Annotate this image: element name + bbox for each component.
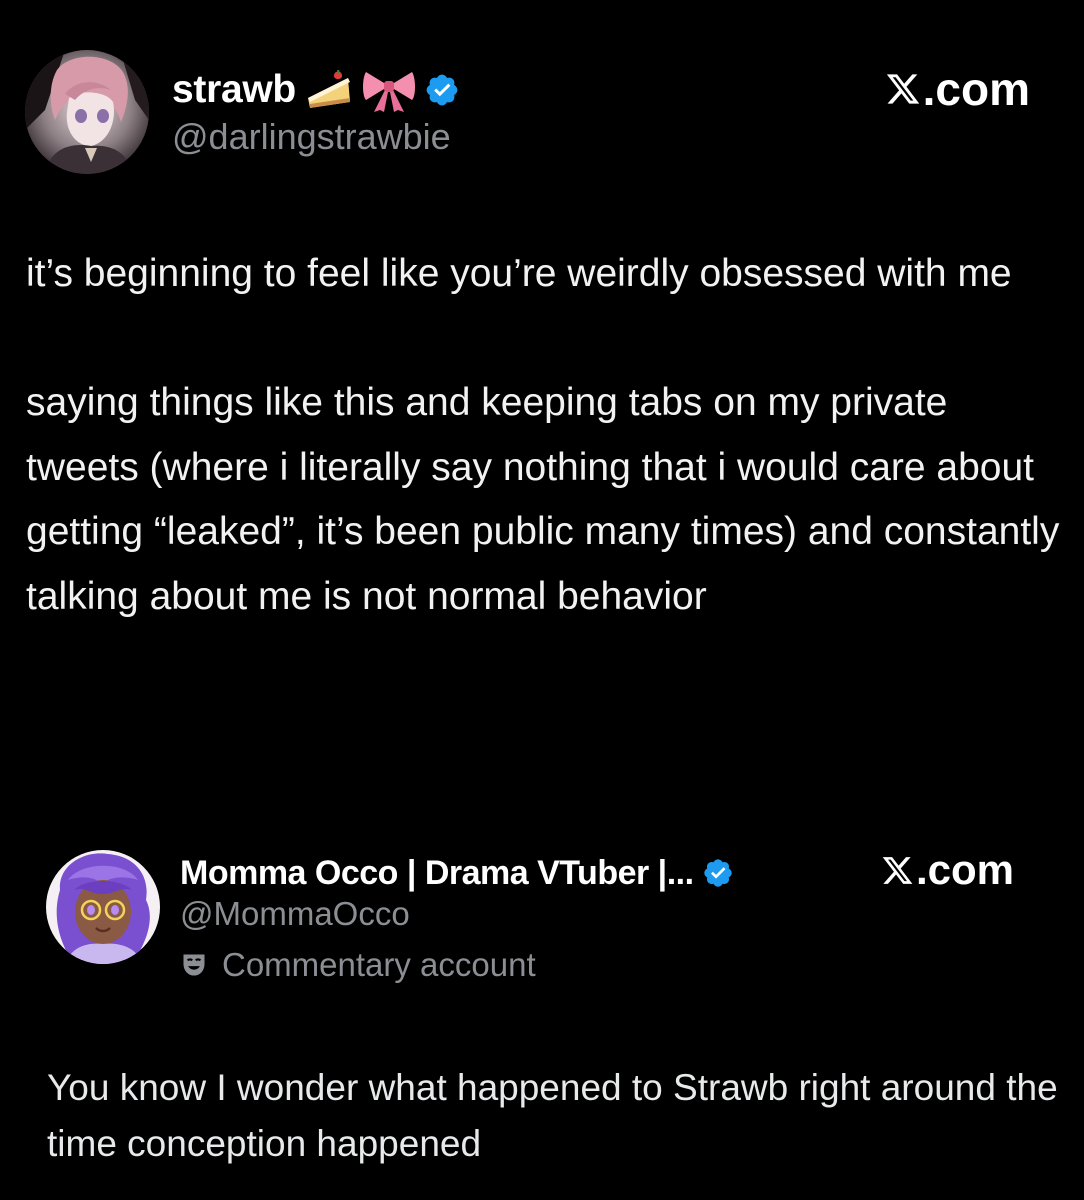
post-body-text: You know I wonder what happened to Straw… <box>47 1067 1058 1164</box>
username-handle[interactable]: @MommaOcco <box>180 895 410 933</box>
cake-emoji-icon <box>304 68 354 112</box>
affiliation-label[interactable]: Commentary account <box>180 946 536 984</box>
post-card: strawb @darlingstrawbie .com it’s beginn… <box>0 0 1084 800</box>
x-logo-icon <box>881 854 914 887</box>
avatar[interactable] <box>46 850 160 964</box>
avatar-image <box>46 850 160 964</box>
post-card: Momma Occo | Drama VTuber |... @MommaOcc… <box>0 840 1084 1200</box>
ribbon-emoji-icon <box>362 68 416 112</box>
avatar[interactable] <box>25 50 149 174</box>
brand-domain: .com <box>915 846 1014 893</box>
verified-badge-icon[interactable] <box>702 857 734 889</box>
display-name[interactable]: strawb <box>172 68 296 112</box>
display-name[interactable]: Momma Occo | Drama VTuber |... <box>180 854 694 893</box>
x-logo-icon <box>885 71 921 107</box>
affiliation-text: Commentary account <box>222 946 536 983</box>
verified-badge-icon[interactable] <box>424 72 460 108</box>
theater-mask-icon <box>180 951 208 979</box>
brand-domain: .com <box>922 63 1030 115</box>
author-name-row: Momma Occo | Drama VTuber |... <box>180 847 734 899</box>
post-body-text: it’s beginning to feel like you’re weird… <box>26 252 1060 618</box>
x-brand-link[interactable]: .com <box>885 62 1030 116</box>
username-handle[interactable]: @darlingstrawbie <box>172 116 451 158</box>
author-name-row: strawb <box>172 64 460 116</box>
avatar-image <box>25 50 149 174</box>
x-brand-link[interactable]: .com <box>881 846 1014 894</box>
